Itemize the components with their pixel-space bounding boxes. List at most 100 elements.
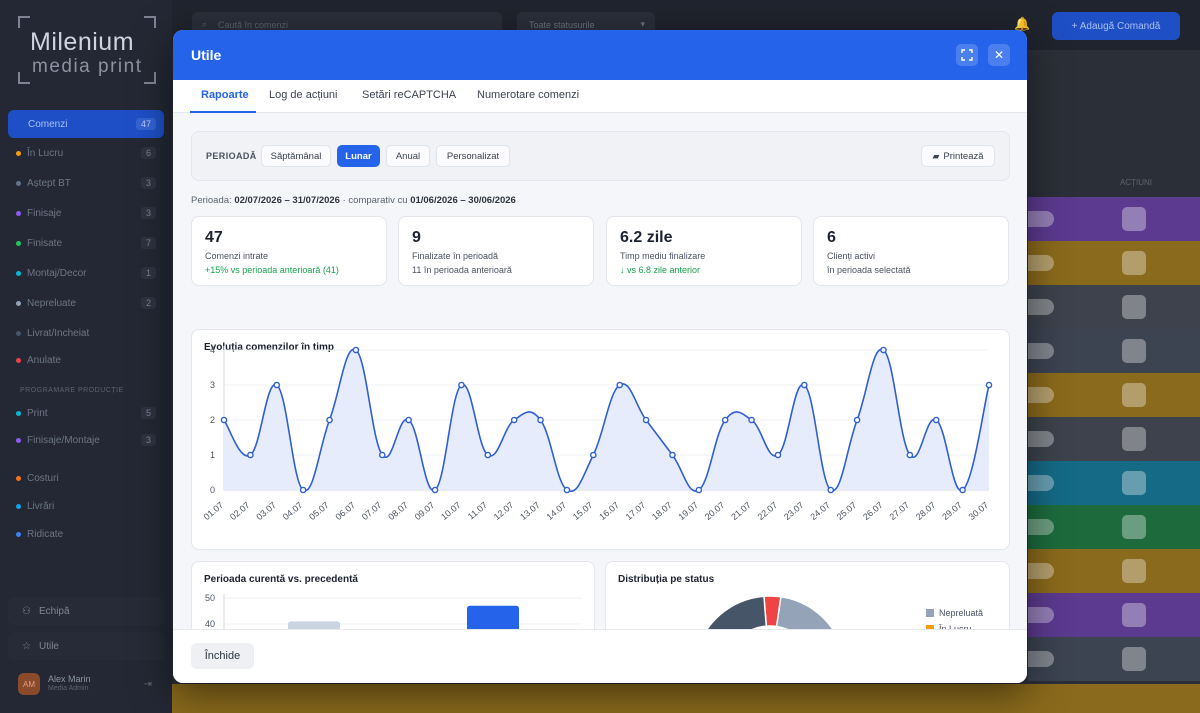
- tab-rapoarte[interactable]: Rapoarte: [201, 89, 249, 101]
- data-point: [299, 486, 307, 494]
- kpi-subtext: ↓ vs 6.8 zile anterior: [620, 265, 701, 275]
- tab-setari-recaptcha[interactable]: Setări reCAPTCHA: [362, 89, 456, 101]
- x-tick-label: 01.07: [202, 500, 226, 522]
- period-weekly-button[interactable]: Săptămânal: [261, 145, 331, 167]
- data-point: [669, 451, 676, 459]
- row-action-button[interactable]: [1122, 295, 1146, 319]
- kpi-card-finished: 9 Finalizate în perioadă 11 în perioada …: [398, 216, 594, 286]
- x-tick-label: 27.07: [887, 500, 911, 522]
- status-badge: [1028, 431, 1054, 447]
- status-badge: [1028, 211, 1054, 227]
- sidebar-item-label: Livrări: [27, 500, 55, 512]
- sidebar-item[interactable]: Aștept BT 3: [8, 170, 164, 196]
- sidebar-item[interactable]: În Lucru 6: [8, 140, 164, 166]
- row-action-button[interactable]: [1122, 207, 1146, 231]
- x-tick-label: 09.07: [413, 500, 437, 522]
- print-button[interactable]: ▰ Printează: [921, 145, 995, 167]
- sidebar-item-label: În Lucru: [27, 147, 64, 159]
- x-tick-label: 14.07: [545, 500, 569, 522]
- company-logo: Milenium media print: [18, 16, 156, 84]
- row-action-button[interactable]: [1122, 471, 1146, 495]
- fullscreen-button[interactable]: [956, 44, 978, 66]
- x-tick-label: 17.07: [624, 500, 648, 522]
- status-badge: [1028, 651, 1054, 667]
- period-yearly-button[interactable]: Anual: [386, 145, 430, 167]
- sidebar-item[interactable]: Finisaje 3: [8, 200, 164, 226]
- sidebar-item[interactable]: Finisaje/Montaje 3: [8, 427, 164, 453]
- status-dot-icon: [16, 180, 21, 186]
- row-action-button[interactable]: [1122, 251, 1146, 275]
- bar: [467, 605, 519, 629]
- sidebar-item-label: Livrat/Incheiat: [27, 327, 90, 339]
- row-action-button[interactable]: [1122, 559, 1146, 583]
- data-point: [880, 346, 887, 354]
- data-point: [801, 381, 808, 389]
- data-point: [932, 416, 940, 424]
- sidebar-item[interactable]: Anulate: [8, 347, 164, 373]
- sidebar-utile-link[interactable]: ☆ Utile: [8, 632, 164, 660]
- printer-icon: ▰: [932, 150, 940, 161]
- sidebar-item[interactable]: Costuri: [8, 465, 164, 491]
- table-row: [1028, 637, 1200, 681]
- x-tick-label: 30.07: [967, 500, 991, 522]
- sidebar-item[interactable]: Ridicate: [8, 521, 164, 547]
- data-point: [590, 451, 597, 459]
- sidebar-utile-label: Utile: [38, 640, 59, 652]
- x-tick-label: 19.07: [676, 500, 700, 522]
- sidebar-item[interactable]: Nepreluate 2: [8, 290, 164, 316]
- user-profile[interactable]: AM Alex Marin Media Admin ⇥: [8, 664, 164, 704]
- close-button[interactable]: Închide: [191, 643, 254, 669]
- count-badge: 1: [140, 267, 156, 279]
- sidebar-item[interactable]: Finisate 7: [8, 230, 164, 256]
- data-point: [774, 451, 782, 459]
- row-action-button[interactable]: [1122, 427, 1146, 451]
- utile-modal: Utile ✕ Rapoarte Log de acțiuni Setări r…: [173, 30, 1027, 683]
- x-tick-label: 25.07: [835, 500, 859, 522]
- sidebar-item[interactable]: Comenzi 47: [8, 110, 164, 138]
- sidebar-item[interactable]: Montaj/Decor 1: [8, 260, 164, 286]
- table-row: [172, 684, 1200, 713]
- tab-numerotare-comenzi[interactable]: Numerotare comenzi: [477, 89, 579, 101]
- period-selector: PERIOADĂ Săptămânal Lunar Anual Personal…: [191, 131, 1010, 181]
- logout-icon[interactable]: ⇥: [144, 679, 152, 690]
- kpi-subtext: 11 în perioada anterioară: [412, 265, 512, 275]
- row-action-button[interactable]: [1122, 603, 1146, 627]
- kpi-label: Finalizate în perioadă: [412, 251, 499, 261]
- modal-tabs: Rapoarte Log de acțiuni Setări reCAPTCHA…: [173, 80, 1027, 113]
- y-tick-label: 2: [210, 415, 215, 425]
- donut-legend: NepreluatăÎn LucruAștept BT: [926, 608, 1006, 629]
- row-action-button[interactable]: [1122, 647, 1146, 671]
- table-row: [1028, 505, 1200, 549]
- status-dot-icon: [16, 330, 21, 336]
- status-badge: [1028, 519, 1054, 535]
- x-tick-label: 16.07: [597, 500, 621, 522]
- sidebar-section-title: PROGRAMARE PRODUCȚIE: [20, 387, 124, 394]
- x-tick-label: 02.07: [228, 500, 252, 522]
- count-badge: 5: [140, 407, 156, 419]
- table-row: [1028, 593, 1200, 637]
- sidebar-item[interactable]: Print 5: [8, 400, 164, 426]
- kpi-value: 47: [205, 229, 223, 246]
- data-point: [827, 486, 835, 494]
- x-tick-label: 28.07: [914, 500, 938, 522]
- count-badge: 3: [140, 177, 156, 189]
- sidebar-team-link[interactable]: ⚇ Echipă: [8, 597, 164, 625]
- add-order-button[interactable]: + Adaugă Comandă: [1052, 12, 1180, 40]
- period-custom-button[interactable]: Personalizat: [436, 145, 510, 167]
- period-label: PERIOADĂ: [206, 151, 257, 161]
- row-action-button[interactable]: [1122, 515, 1146, 539]
- period-info: Perioada: 02/07/2026 – 31/07/2026 · comp…: [191, 195, 516, 206]
- period-monthly-button[interactable]: Lunar: [337, 145, 380, 167]
- close-modal-button[interactable]: ✕: [988, 44, 1010, 66]
- row-action-button[interactable]: [1122, 383, 1146, 407]
- status-dot-icon: [16, 357, 21, 363]
- sidebar-item[interactable]: Livrări: [8, 493, 164, 519]
- row-action-button[interactable]: [1122, 339, 1146, 363]
- data-point: [985, 381, 993, 389]
- tab-log-actiuni[interactable]: Log de acțiuni: [269, 89, 338, 101]
- kpi-label: Comenzi intrate: [205, 251, 269, 261]
- sidebar-item[interactable]: Livrat/Incheiat: [8, 320, 164, 346]
- legend-label: Nepreluată: [939, 608, 984, 618]
- x-tick-label: 07.07: [360, 500, 384, 522]
- data-point: [458, 381, 465, 389]
